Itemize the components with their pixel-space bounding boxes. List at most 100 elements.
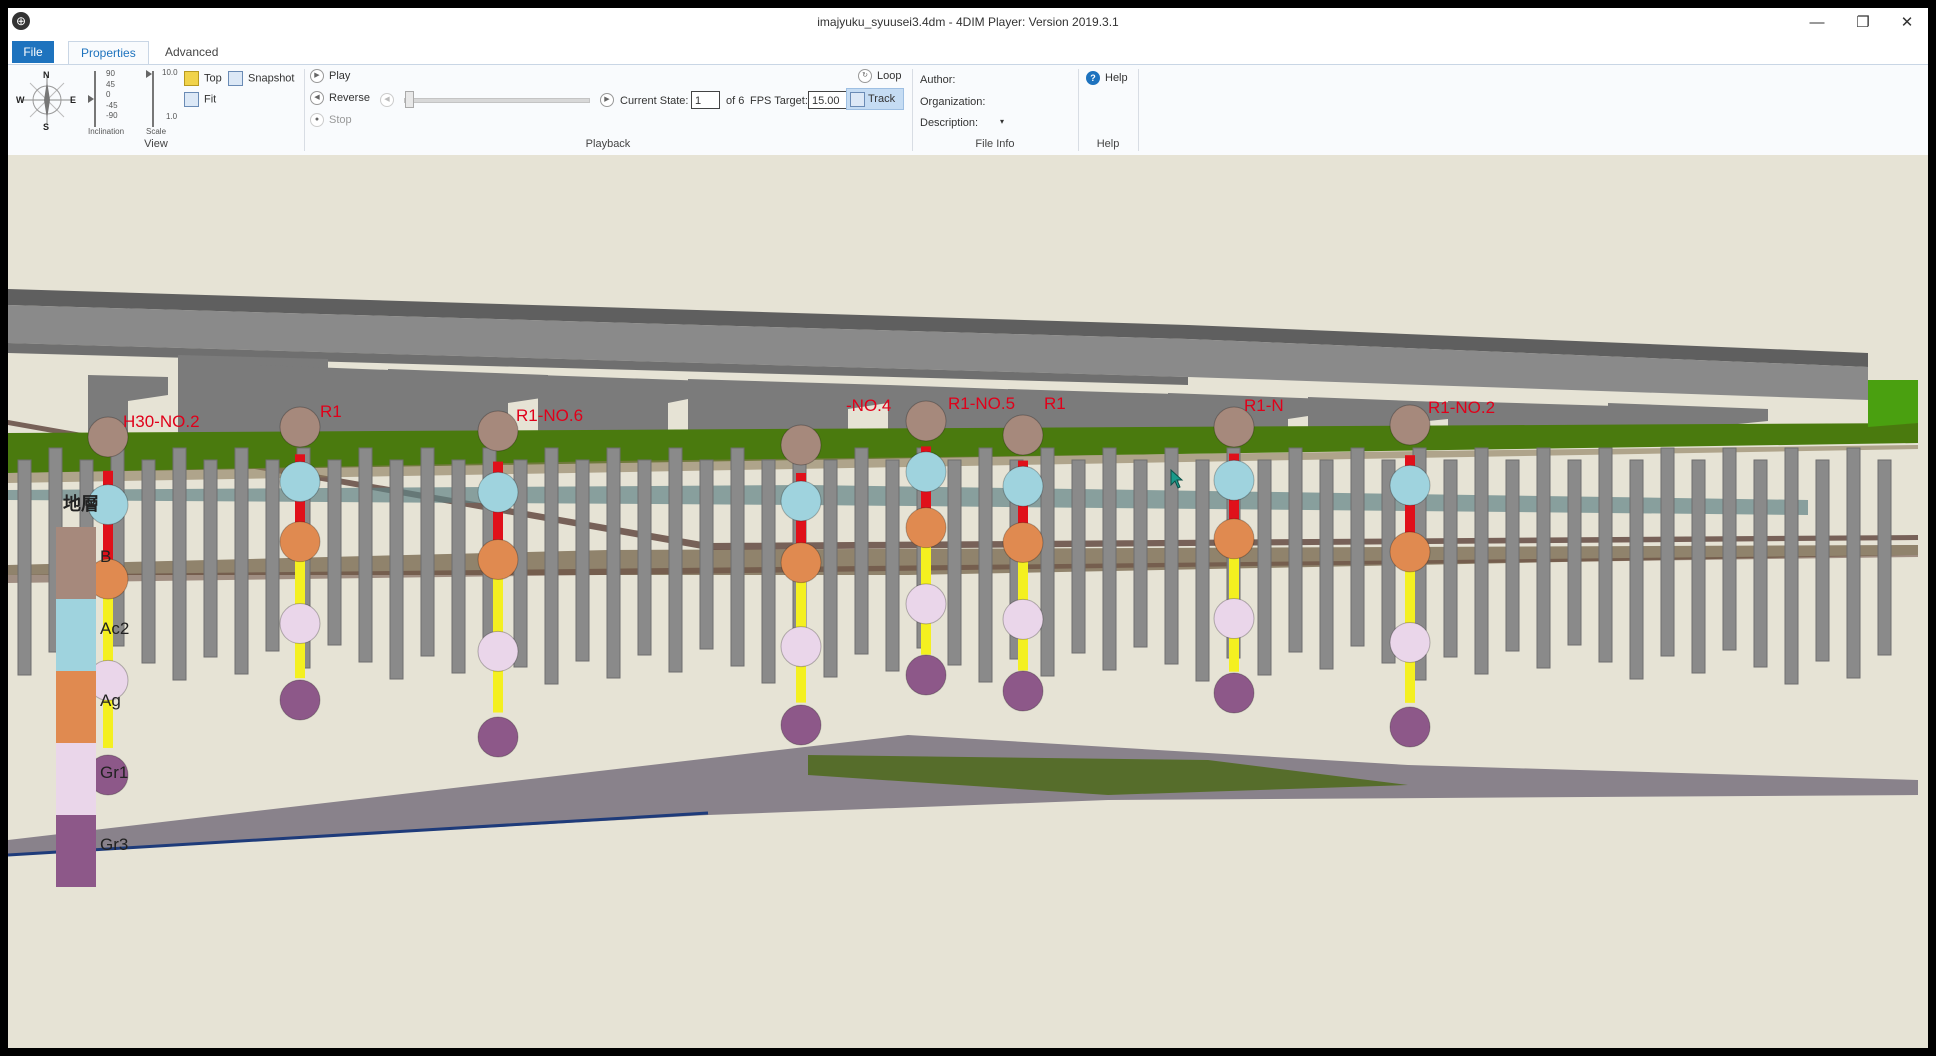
3d-viewport[interactable]: H30-NO.2 R1 R1-NO.6 -NO.4 R1-NO.5 R1 R1-… bbox=[8, 155, 1928, 1048]
help-button[interactable]: ? Help bbox=[1086, 71, 1128, 85]
view-group-label: View bbox=[144, 138, 168, 150]
pile-column bbox=[1505, 459, 1520, 652]
title-bar: ⊕ imajyuku_syuusei3.4dm - 4DIM Player: V… bbox=[8, 8, 1928, 38]
borehole-sphere-b bbox=[1213, 406, 1255, 448]
pile-column bbox=[606, 447, 621, 679]
inclination-slider[interactable] bbox=[94, 71, 96, 127]
pile-column bbox=[1877, 459, 1892, 656]
loop-button[interactable]: ↻ Loop bbox=[858, 69, 901, 83]
legend-label-b: B bbox=[100, 547, 112, 566]
pile-column bbox=[1350, 447, 1365, 647]
pile-column bbox=[1319, 459, 1334, 670]
pile-column bbox=[1071, 459, 1086, 654]
tab-properties[interactable]: Properties bbox=[68, 41, 149, 64]
borehole-sphere-ac2 bbox=[1389, 464, 1431, 506]
pile-column bbox=[420, 447, 435, 657]
legend-swatch-gr3 bbox=[56, 815, 96, 887]
tab-file[interactable]: File bbox=[12, 41, 54, 63]
stop-button[interactable]: ● Stop bbox=[310, 113, 352, 127]
step-forward-icon[interactable]: ▶ bbox=[600, 93, 614, 107]
borehole-sphere-ag bbox=[1002, 522, 1044, 564]
pile-column bbox=[668, 447, 683, 673]
pile-column bbox=[1195, 459, 1210, 682]
borehole-sphere-b bbox=[780, 424, 822, 466]
total-states-label: of 6 bbox=[726, 95, 745, 107]
legend-swatch-ac2 bbox=[56, 599, 96, 671]
compass-s: S bbox=[43, 122, 49, 131]
minimize-button[interactable]: — bbox=[1794, 8, 1840, 38]
pile-column bbox=[730, 447, 745, 667]
pile-column bbox=[1753, 459, 1768, 668]
borehole-sphere-gr3 bbox=[1389, 706, 1431, 748]
3d-scene[interactable] bbox=[8, 155, 1928, 1048]
play-icon: ▶ bbox=[310, 69, 324, 83]
pile-column bbox=[1102, 447, 1117, 671]
pile-column bbox=[1846, 447, 1861, 679]
close-button[interactable]: ✕ bbox=[1884, 8, 1928, 38]
snapshot-button[interactable]: Snapshot bbox=[228, 71, 294, 86]
track-button[interactable]: Track bbox=[846, 88, 904, 110]
borehole-sphere-gr1 bbox=[1002, 598, 1044, 640]
playback-slider-thumb[interactable] bbox=[405, 91, 414, 108]
description-label: Description: bbox=[920, 117, 979, 129]
playback-slider[interactable] bbox=[404, 98, 590, 103]
step-back-icon[interactable]: ◀ bbox=[380, 93, 394, 107]
reverse-button[interactable]: ◀ Reverse bbox=[310, 91, 370, 105]
pile-column bbox=[1722, 447, 1737, 651]
pile-column bbox=[1815, 459, 1830, 662]
fit-button[interactable]: Fit bbox=[184, 92, 216, 107]
pile-column bbox=[172, 447, 187, 681]
pile-column bbox=[1598, 447, 1613, 663]
pile-column bbox=[1536, 447, 1551, 669]
author-label: Author: bbox=[920, 74, 956, 86]
ground-surface-edge bbox=[1868, 380, 1918, 427]
fps-target-input[interactable]: 15.00 bbox=[808, 91, 850, 109]
play-button[interactable]: ▶ Play bbox=[310, 69, 350, 83]
organization-label: Organization: bbox=[920, 96, 986, 108]
borehole-sphere-ag bbox=[1213, 518, 1255, 560]
current-state-label: Current State: bbox=[620, 95, 689, 107]
stop-icon: ● bbox=[310, 113, 324, 127]
fps-target-label: FPS Target: bbox=[750, 95, 808, 107]
compass-rose-icon[interactable]: N S E W bbox=[16, 69, 78, 131]
borehole-sphere-gr1 bbox=[780, 626, 822, 668]
pile-column bbox=[823, 459, 838, 678]
pile-column bbox=[947, 459, 962, 666]
borehole-sphere-gr3 bbox=[905, 654, 947, 696]
description-dropdown-icon[interactable]: ▾ bbox=[1000, 117, 1004, 126]
maximize-button[interactable]: ❐ bbox=[1840, 8, 1886, 38]
file-info-group-label: File Info bbox=[975, 138, 1015, 150]
track-icon bbox=[850, 91, 865, 107]
camera-icon bbox=[228, 71, 243, 86]
borehole-sphere-gr1 bbox=[905, 583, 947, 625]
top-view-icon bbox=[184, 71, 199, 86]
legend-label-ag: Ag bbox=[100, 691, 121, 710]
pile-column bbox=[358, 447, 373, 663]
inclination-label: Inclination bbox=[88, 127, 125, 136]
borehole-sphere-ag bbox=[1389, 531, 1431, 573]
pile-column bbox=[854, 447, 869, 655]
pile-column bbox=[203, 459, 218, 658]
legend-swatch-gr1 bbox=[56, 743, 96, 815]
tab-advanced[interactable]: Advanced bbox=[153, 41, 230, 63]
pile-column bbox=[1257, 459, 1272, 676]
borehole-sphere-b bbox=[905, 400, 947, 442]
borehole-sphere-gr1 bbox=[1213, 598, 1255, 640]
pile-column bbox=[699, 459, 714, 650]
borehole-sphere-ag bbox=[477, 539, 519, 581]
current-state-input[interactable]: 1 bbox=[691, 91, 720, 109]
borehole-sphere-b bbox=[1002, 414, 1044, 456]
borehole-sphere-ac2 bbox=[279, 461, 321, 503]
compass-n: N bbox=[43, 70, 50, 80]
reverse-icon: ◀ bbox=[310, 91, 324, 105]
borehole-sphere-gr3 bbox=[477, 716, 519, 758]
inclination-thumb[interactable] bbox=[88, 95, 94, 103]
borehole-sphere-gr3 bbox=[1213, 672, 1255, 714]
borehole-sphere-gr3 bbox=[1002, 670, 1044, 712]
scale-thumb[interactable] bbox=[146, 70, 152, 78]
top-view-button[interactable]: Top bbox=[184, 71, 222, 86]
pile-column bbox=[327, 459, 342, 646]
borehole-sphere-b bbox=[1389, 404, 1431, 446]
pile-column bbox=[1443, 459, 1458, 658]
scale-slider[interactable] bbox=[152, 71, 154, 127]
